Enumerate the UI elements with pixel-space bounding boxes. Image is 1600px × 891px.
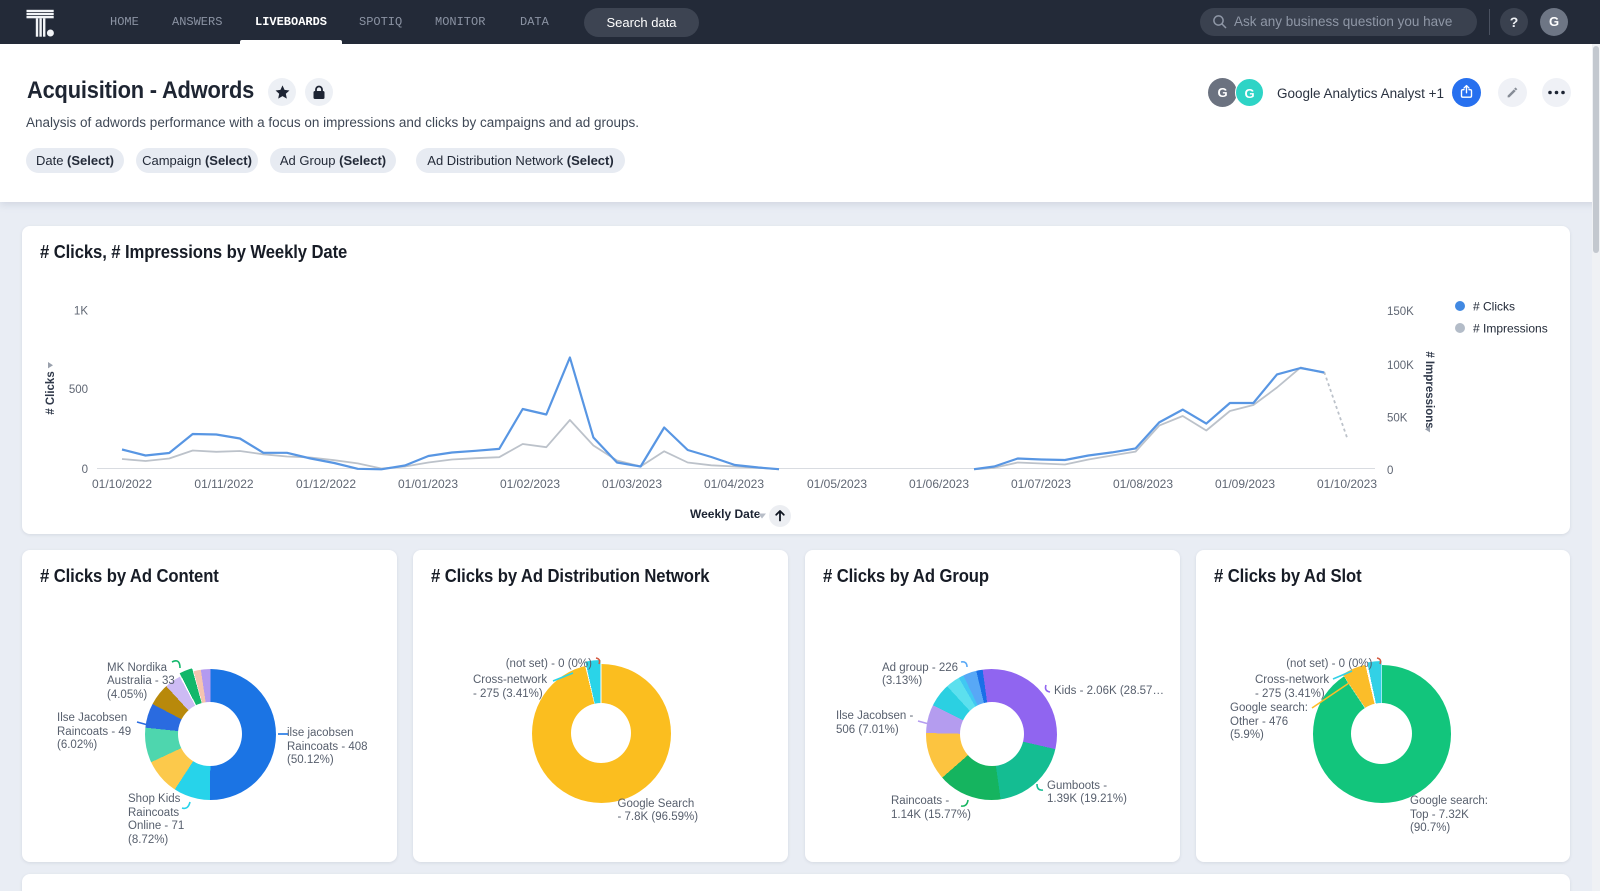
svg-text:150K: 150K bbox=[1387, 306, 1414, 318]
svg-text:01/05/2023: 01/05/2023 bbox=[807, 477, 867, 491]
svg-text:01/02/2023: 01/02/2023 bbox=[500, 477, 560, 491]
svg-text:01/08/2023: 01/08/2023 bbox=[1113, 477, 1173, 491]
svg-text:Weekly Date: Weekly Date bbox=[690, 507, 761, 521]
svg-text:# Clicks: # Clicks bbox=[1473, 300, 1515, 314]
svg-text:0: 0 bbox=[82, 464, 88, 476]
svg-text:# Impressions: # Impressions bbox=[1423, 351, 1435, 428]
svg-text:1K: 1K bbox=[74, 306, 88, 318]
svg-text:01/04/2023: 01/04/2023 bbox=[704, 477, 764, 491]
svg-text:01/07/2023: 01/07/2023 bbox=[1011, 477, 1071, 491]
svg-text:50K: 50K bbox=[1387, 413, 1408, 425]
svg-text:01/10/2023: 01/10/2023 bbox=[1317, 477, 1377, 491]
svg-text:01/03/2023: 01/03/2023 bbox=[602, 477, 662, 491]
svg-text:01/10/2022: 01/10/2022 bbox=[92, 477, 152, 491]
svg-text:01/12/2022: 01/12/2022 bbox=[296, 477, 356, 491]
svg-text:01/09/2023: 01/09/2023 bbox=[1215, 477, 1275, 491]
svg-text:01/06/2023: 01/06/2023 bbox=[909, 477, 969, 491]
svg-text:# Impressions: # Impressions bbox=[1473, 322, 1548, 336]
svg-text:01/01/2023: 01/01/2023 bbox=[398, 477, 458, 491]
svg-text:500: 500 bbox=[69, 384, 88, 396]
svg-text:100K: 100K bbox=[1387, 360, 1414, 372]
svg-text:01/11/2022: 01/11/2022 bbox=[194, 477, 253, 491]
svg-text:# Clicks: # Clicks bbox=[45, 371, 57, 414]
svg-text:0: 0 bbox=[1387, 465, 1393, 477]
